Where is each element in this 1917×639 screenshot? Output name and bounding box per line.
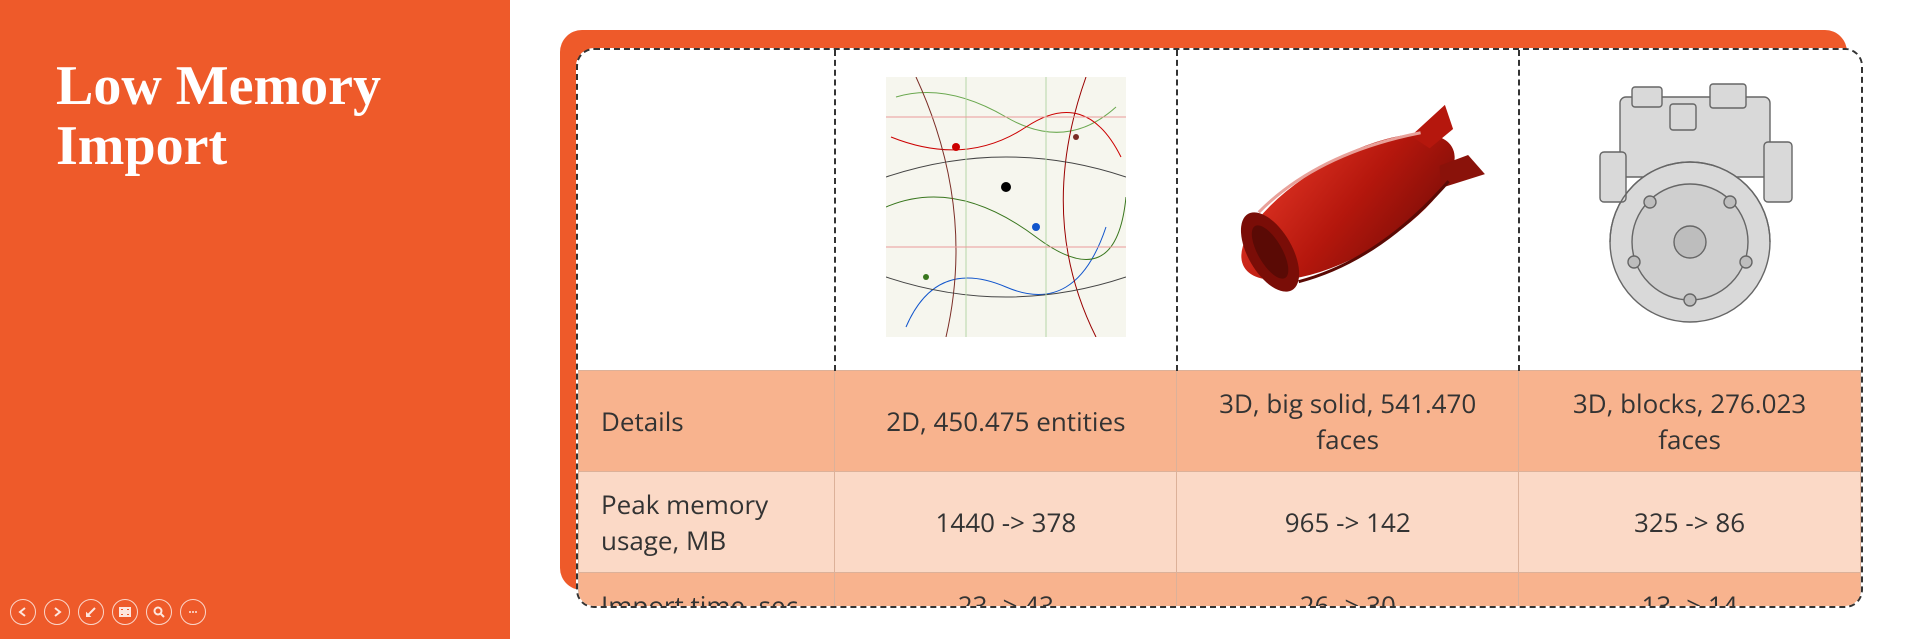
slide-content: Details 2D, 450.475 entities 3D, big sol… [510,0,1917,639]
thumbnail-cell-1 [835,50,1177,370]
peak-memory-label: Peak memory usage, MB [579,471,835,572]
peak-memory-col2: 965 -> 142 [1177,471,1519,572]
details-row: Details 2D, 450.475 entities 3D, big sol… [579,370,1861,471]
comparison-card: Details 2D, 450.475 entities 3D, big sol… [576,48,1863,608]
more-options-button[interactable] [180,599,206,625]
presentation-slide: Low Memory Import [0,0,1917,639]
title-sidebar: Low Memory Import [0,0,510,639]
engine-wireframe-icon [1560,82,1820,332]
details-col1: 2D, 450.475 entities [835,370,1177,471]
red-solid-model-icon [1198,97,1498,317]
thumbnail-cell-3 [1519,50,1861,370]
grid-icon [119,606,131,618]
slide-controls [10,599,206,625]
chevron-left-icon [17,606,29,618]
import-time-label: Import time, sec [579,572,835,608]
comparison-table: Details 2D, 450.475 entities 3D, big sol… [578,50,1861,608]
prev-slide-button[interactable] [10,599,36,625]
import-time-row: Import time, sec 23 -> 43 26 -> 30 13 ->… [579,572,1861,608]
thumbnail-empty-cell [579,50,835,370]
import-time-col3: 13 -> 14 [1519,572,1861,608]
chevron-right-icon [51,606,63,618]
slide-title: Low Memory Import [56,56,470,177]
pen-icon [85,606,97,618]
magnifier-icon [153,606,165,618]
thumbnail-row [579,50,1861,370]
zoom-button[interactable] [146,599,172,625]
thumbnail-cell-2 [1177,50,1519,370]
slideshow-view-button[interactable] [112,599,138,625]
pen-tool-button[interactable] [78,599,104,625]
ellipsis-icon [187,606,199,618]
map-2d-drawing-icon [886,77,1126,337]
peak-memory-col1: 1440 -> 378 [835,471,1177,572]
details-col3: 3D, blocks, 276.023 faces [1519,370,1861,471]
peak-memory-col3: 325 -> 86 [1519,471,1861,572]
peak-memory-row: Peak memory usage, MB 1440 -> 378 965 ->… [579,471,1861,572]
import-time-col2: 26 -> 30 [1177,572,1519,608]
import-time-col1: 23 -> 43 [835,572,1177,608]
details-col2: 3D, big solid, 541.470 faces [1177,370,1519,471]
next-slide-button[interactable] [44,599,70,625]
details-label: Details [579,370,835,471]
